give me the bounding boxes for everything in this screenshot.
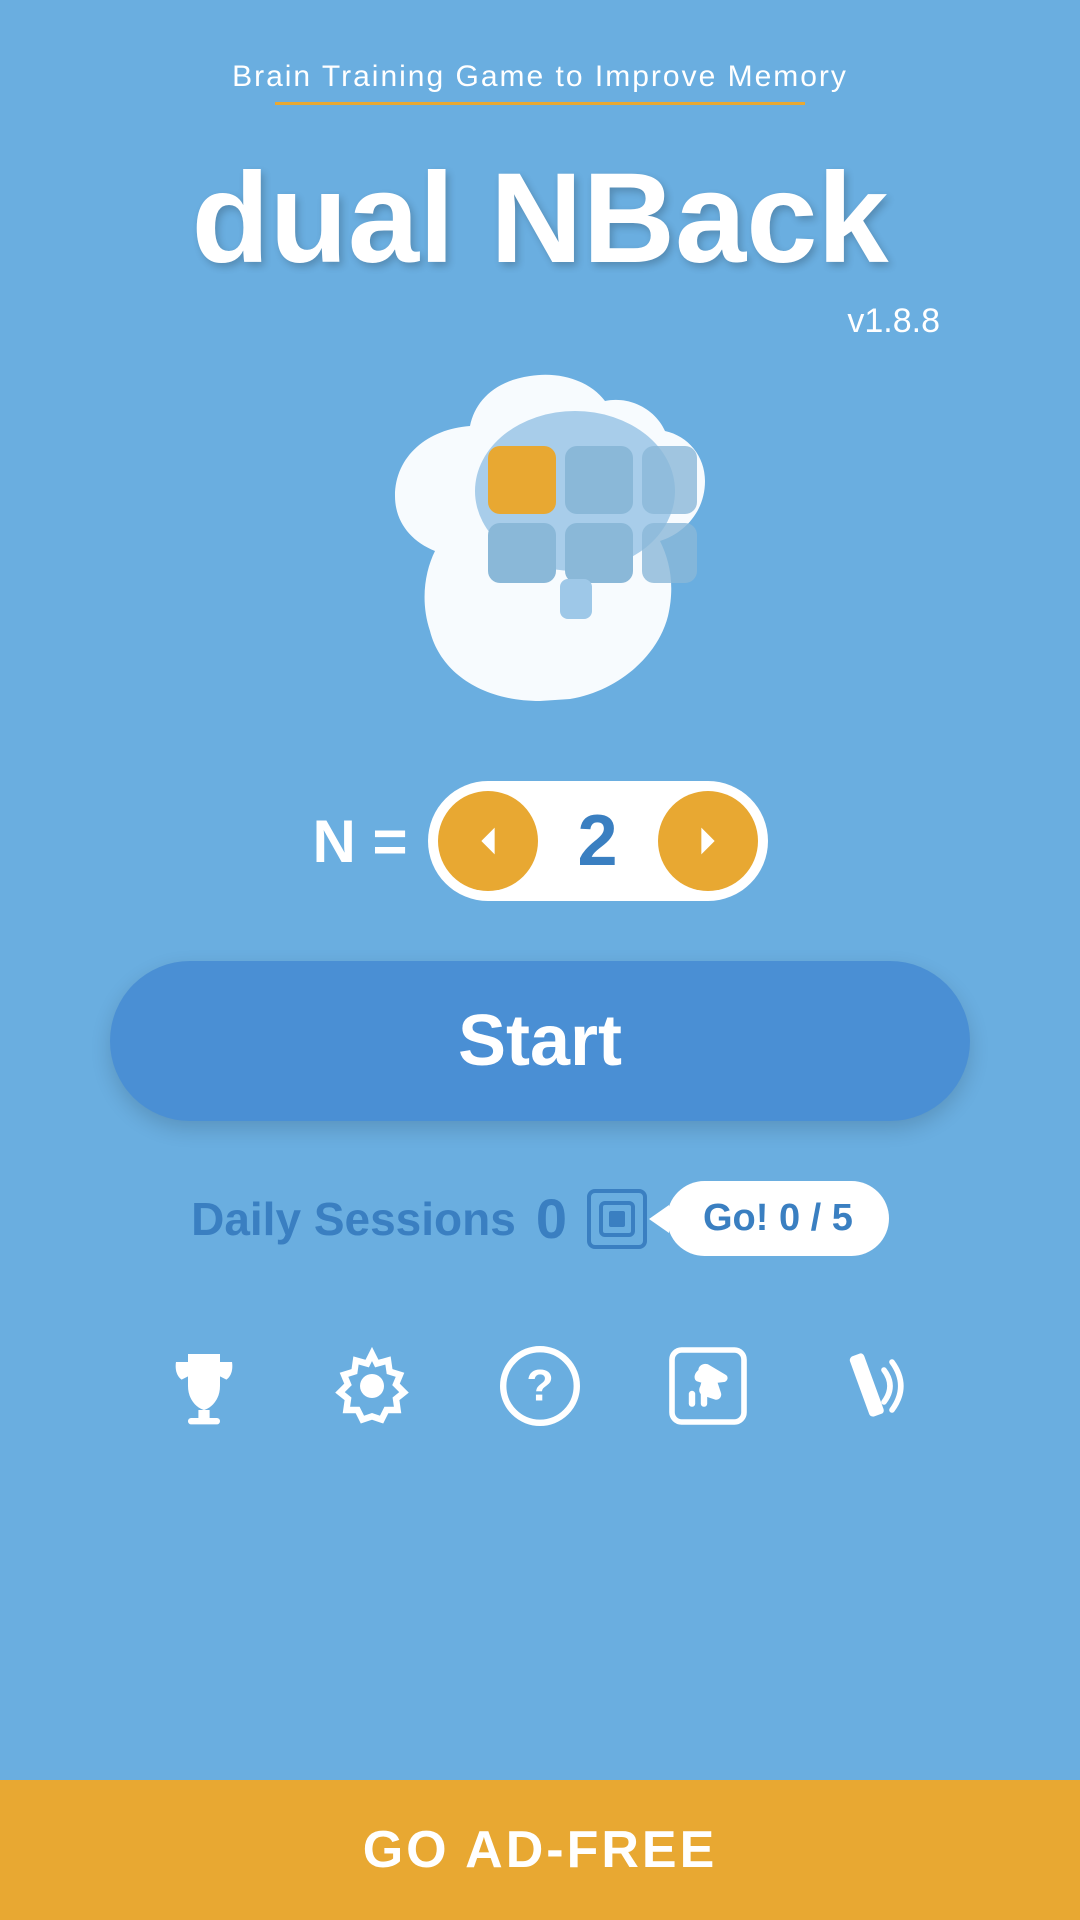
app-version: v1.8.8 xyxy=(847,302,940,341)
ad-banner-text: GO AD-FREE xyxy=(363,1820,718,1880)
go-badge-text: Go! 0 / 5 xyxy=(703,1197,853,1239)
n-selector: N = 2 xyxy=(312,781,767,901)
ad-banner[interactable]: GO AD-FREE xyxy=(0,1780,1080,1920)
app-title: dual NBack xyxy=(191,145,888,292)
help-button[interactable]: ? xyxy=(500,1346,580,1426)
brain-illustration xyxy=(320,361,760,721)
bottom-nav: ? xyxy=(60,1316,1020,1456)
start-button[interactable]: Start xyxy=(110,961,970,1121)
svg-text:?: ? xyxy=(526,1360,553,1410)
daily-sessions-label: Daily Sessions xyxy=(191,1192,516,1246)
settings-button[interactable] xyxy=(332,1346,412,1426)
n-value: 2 xyxy=(538,800,658,882)
n-label: N = xyxy=(312,807,407,876)
main-content: Brain Training Game to Improve Memory du… xyxy=(0,0,1080,1780)
rate-button[interactable] xyxy=(668,1346,748,1426)
session-icon[interactable] xyxy=(587,1189,647,1249)
subtitle-underline xyxy=(275,102,805,105)
n-control: 2 xyxy=(428,781,768,901)
n-decrement-button[interactable] xyxy=(438,791,538,891)
trophy-button[interactable] xyxy=(164,1346,244,1426)
go-badge[interactable]: Go! 0 / 5 xyxy=(667,1181,889,1256)
daily-sessions-count: 0 xyxy=(536,1186,567,1251)
daily-sessions-row: Daily Sessions 0 Go! 0 / 5 xyxy=(191,1181,889,1256)
app-subtitle: Brain Training Game to Improve Memory xyxy=(232,60,848,94)
contact-button[interactable] xyxy=(836,1346,916,1426)
n-increment-button[interactable] xyxy=(658,791,758,891)
